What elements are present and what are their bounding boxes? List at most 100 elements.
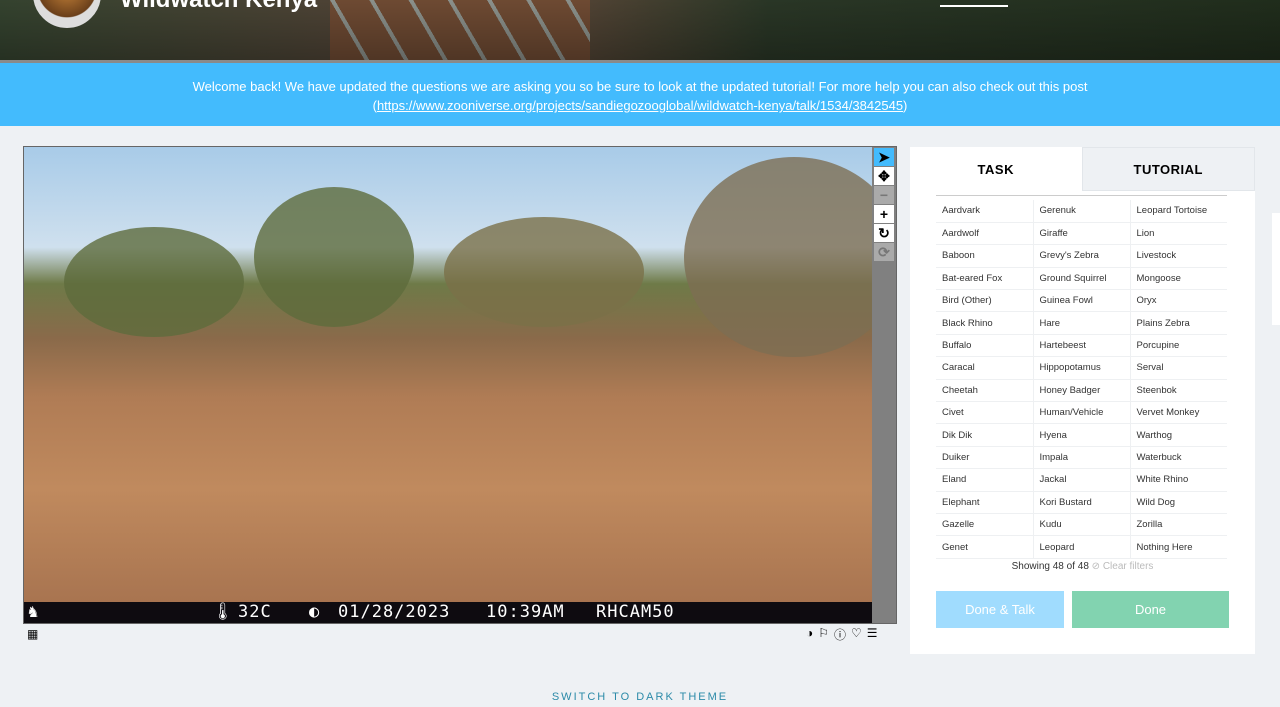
banner-link[interactable]: https://www.zooniverse.org/projects/sand… <box>377 98 903 113</box>
species-option[interactable]: Leopard <box>1033 535 1131 559</box>
species-option[interactable]: Lion <box>1130 222 1227 246</box>
species-option[interactable]: Hyena <box>1033 423 1131 447</box>
species-row: Genet Leopard Nothing Here <box>936 535 1227 559</box>
species-option[interactable]: Human/Vehicle <box>1033 401 1131 425</box>
favorite-heart-icon[interactable]: ♡ <box>851 626 862 643</box>
species-option[interactable]: Genet <box>936 535 1034 559</box>
species-option[interactable]: Jackal <box>1033 468 1131 492</box>
species-option[interactable]: Honey Badger <box>1033 379 1131 403</box>
moon-phase-icon: ◐ <box>309 602 321 622</box>
collections-list-icon[interactable]: ☰ <box>867 626 878 643</box>
species-option[interactable]: Warthog <box>1130 423 1227 447</box>
species-option[interactable]: Impala <box>1033 446 1131 470</box>
species-row: Eland Jackal White Rhino <box>936 468 1227 492</box>
species-option[interactable]: Kudu <box>1033 513 1131 537</box>
species-row: Elephant Kori Bustard Wild Dog <box>936 491 1227 514</box>
species-row: Black Rhino Hare Plains Zebra <box>936 311 1227 335</box>
species-option[interactable]: Hippopotamus <box>1033 356 1131 380</box>
move-icon[interactable]: ✥ <box>874 167 894 185</box>
species-option[interactable]: Steenbok <box>1130 379 1227 403</box>
species-option[interactable]: Guinea Fowl <box>1033 289 1131 313</box>
species-option[interactable]: Black Rhino <box>936 311 1034 335</box>
camera-trap-image <box>24 147 872 603</box>
project-header: Wildwatch Kenya <box>0 0 1280 60</box>
species-option[interactable]: Zorilla <box>1130 513 1227 537</box>
done-and-talk-button[interactable]: Done & Talk <box>936 591 1064 628</box>
active-nav-underline <box>940 5 1008 7</box>
species-row: Duiker Impala Waterbuck <box>936 446 1227 470</box>
done-button[interactable]: Done <box>1072 591 1229 628</box>
tab-tutorial[interactable]: TUTORIAL <box>1081 147 1255 191</box>
browning-logo-icon: ♞ <box>28 602 40 622</box>
species-option[interactable]: Leopard Tortoise <box>1130 200 1227 223</box>
zoom-out-icon[interactable]: − <box>874 186 894 204</box>
species-option[interactable]: Livestock <box>1130 244 1227 268</box>
subject-actions: ◑ ⚐ ⓘ ♡ ☰ <box>806 626 878 643</box>
species-option[interactable]: Serval <box>1130 356 1227 380</box>
rotate-icon[interactable]: ↻ <box>874 224 894 242</box>
tab-task[interactable]: TASK <box>910 147 1082 191</box>
species-option[interactable]: Baboon <box>936 244 1034 268</box>
species-row: Cheetah Honey Badger Steenbok <box>936 379 1227 403</box>
filter-status: Showing 48 of 48 ⊘ Clear filters <box>910 561 1255 572</box>
switch-theme-button[interactable]: SWITCH TO DARK THEME <box>0 691 1280 703</box>
species-option[interactable]: Caracal <box>936 356 1034 380</box>
info-icon[interactable]: ⓘ <box>834 626 846 643</box>
species-row: Aardwolf Giraffe Lion <box>936 222 1227 246</box>
announcement-banner: Welcome back! We have updated the questi… <box>0 60 1280 126</box>
species-option[interactable]: Aardwolf <box>936 222 1034 246</box>
clear-filters-button[interactable]: ⊘ Clear filters <box>1092 561 1154 572</box>
date: 01/28/2023 <box>338 602 451 622</box>
species-option[interactable]: White Rhino <box>1130 468 1227 492</box>
species-option[interactable]: Ground Squirrel <box>1033 267 1131 291</box>
species-option[interactable]: Nothing Here <box>1130 535 1227 559</box>
species-option[interactable]: Bat-eared Fox <box>936 267 1034 291</box>
species-option[interactable]: Gazelle <box>936 513 1034 537</box>
thermometer-icon: 🌡 <box>212 602 235 622</box>
time: 10:39AM <box>486 602 565 622</box>
species-option[interactable]: Aardvark <box>936 200 1034 223</box>
species-option[interactable]: Buffalo <box>936 334 1034 358</box>
species-option[interactable]: Mongoose <box>1130 267 1227 291</box>
species-option[interactable]: Gerenuk <box>1033 200 1131 223</box>
species-row: Bat-eared Fox Ground Squirrel Mongoose <box>936 267 1227 291</box>
species-option[interactable]: Kori Bustard <box>1033 491 1131 514</box>
species-option[interactable]: Dik Dik <box>936 423 1034 447</box>
pointer-icon[interactable]: ➤ <box>874 148 894 166</box>
species-row: Civet Human/Vehicle Vervet Monkey <box>936 401 1227 425</box>
species-row: Gazelle Kudu Zorilla <box>936 513 1227 537</box>
species-option[interactable]: Cheetah <box>936 379 1034 403</box>
subject-viewer[interactable]: ♞ 🌡 32C ◐ 01/28/2023 10:39AM RHCAM50 ➤ ✥… <box>23 146 897 624</box>
species-option[interactable]: Oryx <box>1130 289 1227 313</box>
species-option[interactable]: Hare <box>1033 311 1131 335</box>
species-option[interactable]: Civet <box>936 401 1034 425</box>
species-option[interactable]: Eland <box>936 468 1034 492</box>
species-option[interactable]: Grevy's Zebra <box>1033 244 1131 268</box>
invert-icon[interactable]: ◑ <box>806 626 813 643</box>
species-list: Aardvark Gerenuk Leopard Tortoise Aardwolf G… <box>936 200 1227 559</box>
species-option[interactable]: Porcupine <box>1130 334 1227 358</box>
project-title[interactable]: Wildwatch Kenya <box>120 0 317 14</box>
species-option[interactable]: Duiker <box>936 446 1034 470</box>
grid-icon[interactable]: ▦ <box>27 627 38 641</box>
showing-count: Showing 48 of 48 <box>1011 560 1089 572</box>
zoom-in-icon[interactable]: + <box>874 205 894 223</box>
camera-info-strip: ♞ 🌡 32C ◐ 01/28/2023 10:39AM RHCAM50 <box>24 602 872 623</box>
species-row: Aardvark Gerenuk Leopard Tortoise <box>936 200 1227 223</box>
species-option[interactable]: Elephant <box>936 491 1034 514</box>
flag-icon[interactable]: ⚐ <box>818 626 829 643</box>
species-option[interactable]: Bird (Other) <box>936 289 1034 313</box>
species-row: Dik Dik Hyena Warthog <box>936 423 1227 447</box>
temperature: 32C <box>238 602 272 622</box>
species-option[interactable]: Hartebeest <box>1033 334 1131 358</box>
species-option[interactable]: Vervet Monkey <box>1130 401 1227 425</box>
reset-icon[interactable]: ⟳ <box>874 243 894 261</box>
species-row: Caracal Hippopotamus Serval <box>936 356 1227 380</box>
camera-id: RHCAM50 <box>596 602 675 622</box>
species-option[interactable]: Plains Zebra <box>1130 311 1227 335</box>
species-row: Baboon Grevy's Zebra Livestock <box>936 244 1227 268</box>
species-option[interactable]: Wild Dog <box>1130 491 1227 514</box>
species-row: Bird (Other) Guinea Fowl Oryx <box>936 289 1227 313</box>
species-option[interactable]: Waterbuck <box>1130 446 1227 470</box>
species-option[interactable]: Giraffe <box>1033 222 1131 246</box>
